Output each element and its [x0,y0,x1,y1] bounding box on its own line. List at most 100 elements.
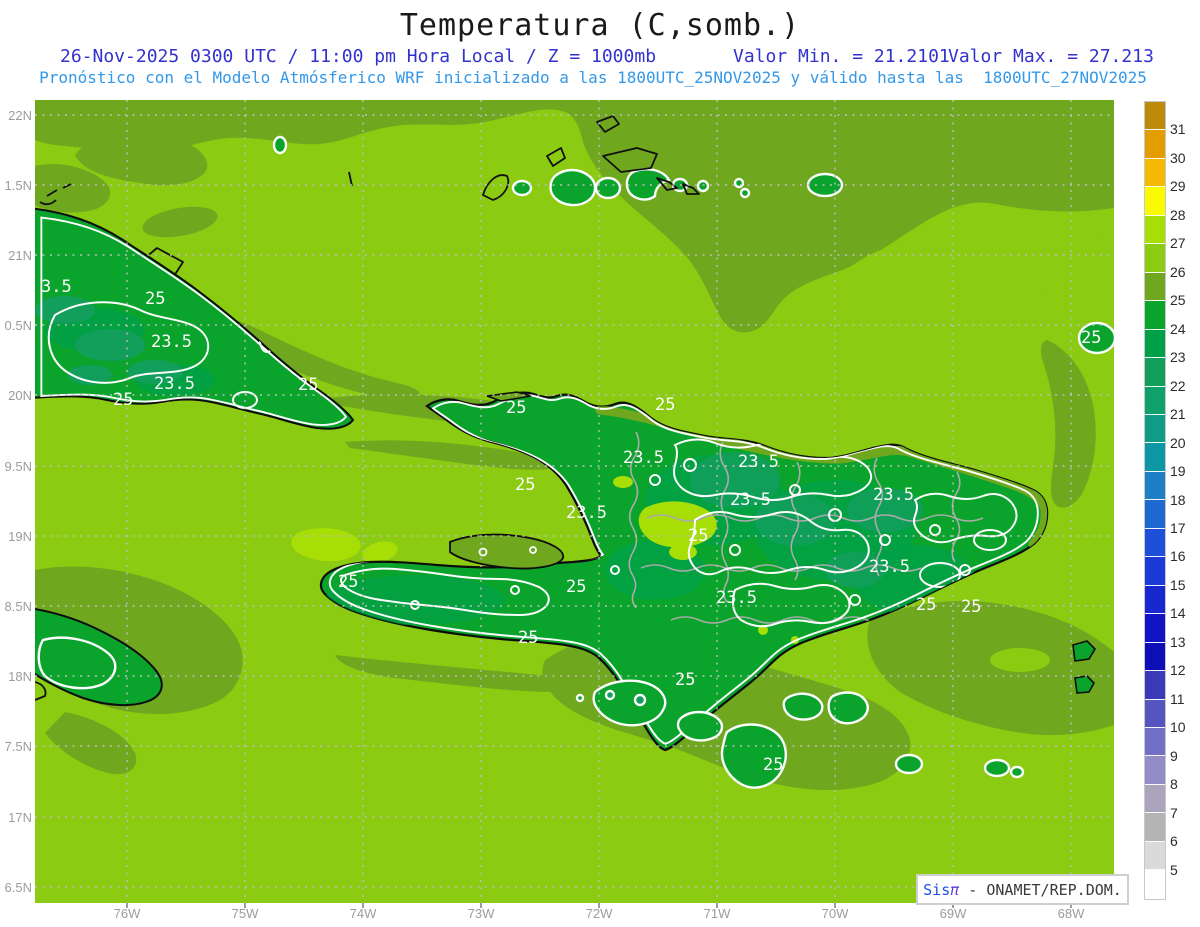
colorbar-label: 15 [1170,576,1186,593]
contour-value-label: 25 [338,572,358,592]
contour-value-label: 23.5 [738,452,779,472]
contour-value-label: 25 [961,597,981,617]
colorbar-swatch [1145,301,1165,330]
contour-value-label: 23.5 [730,490,771,510]
colorbar-swatch [1145,841,1165,871]
colorbar-label: 27 [1170,235,1186,252]
colorbar-swatch [1145,557,1165,586]
contour-value-label: 25 [298,375,318,395]
contour-value-label: 25 [113,390,133,410]
colorbar-label: 22 [1170,377,1186,394]
lat-label: 21N [8,248,32,263]
colorbar-swatch [1145,756,1165,785]
colorbar-label: 30 [1170,149,1186,166]
colorbar-swatch [1145,784,1165,814]
lon-tick [834,903,836,908]
lon-label: 68W [1057,906,1085,921]
contour-value-label: 23.5 [151,332,192,352]
temperature-map: 3.5 25 23.5 23.5 25 25 25 25 23.5 23.5 23.5 23.5 23.… [35,100,1114,903]
colorbar-label: 29 [1170,178,1186,195]
colorbar-swatch [1145,102,1165,131]
contour-value-label: 23.5 [566,503,607,523]
colorbar-label: 5 [1170,861,1178,878]
colorbar-label: 25 [1170,292,1186,309]
colorbar-swatch [1145,614,1165,643]
contour-value-label: 23.5 [716,588,757,608]
colorbar-swatch [1145,187,1165,216]
sea-hole-light2 [990,648,1050,672]
lon-label: 72W [585,906,613,921]
lat-label: 19N [8,529,32,544]
lon-tick [480,903,482,908]
colorbar-label: 12 [1170,662,1186,679]
colorbar-label: 14 [1170,605,1186,622]
contour-value-label: 23.5 [873,485,914,505]
colorbar-label: 24 [1170,320,1186,337]
colorbar-label: 10 [1170,719,1186,736]
colorbar-label: 17 [1170,519,1186,536]
lon-tick [244,903,246,908]
lat-label: 18N [8,669,32,684]
lat-label: 7.5N [4,739,32,754]
contour-value-label: 25 [518,628,538,648]
colorbar-swatch [1145,158,1165,188]
lon-label: 69W [939,906,967,921]
lon-label: 74W [349,906,377,921]
colorbar-swatch [1145,727,1165,757]
lon-tick [126,903,128,908]
lat-label: 20N [8,388,32,403]
watermark-text: - ONAMET/REP.DOM. [959,880,1122,899]
colorbar-label: 16 [1170,548,1186,565]
colorbar-swatch [1145,443,1165,472]
lat-label: 1.5N [4,178,32,193]
subtitle-datetime: 26-Nov-2025 0300 UTC / 11:00 pm Hora Loc… [60,46,657,67]
colorbar-label: 23 [1170,349,1186,366]
colorbar-swatch [1145,244,1165,273]
contour-value-label: 23.5 [869,557,910,577]
colorbar-label: 9 [1170,747,1178,764]
contour-value-label: 23.5 [623,448,664,468]
watermark-pi-icon: π [950,880,960,899]
lat-label: 22N [8,108,32,123]
colorbar-swatch [1145,329,1165,359]
lon-tick [716,903,718,908]
lon-label: 71W [703,906,731,921]
lat-label: 0.5N [4,318,32,333]
subtitle-value-min: Valor Min. = 21.2101 [733,46,950,67]
colorbar-swatch [1145,870,1165,899]
colorbar-label: 31 [1170,121,1186,138]
colorbar-swatch [1145,585,1165,615]
lat-label: 6.5N [4,880,32,895]
watermark-sis: Sis [923,880,951,899]
contour-value-label: 25 [655,395,675,415]
contour-value-label: 25 [515,475,535,495]
contour-value-label: 23.5 [154,374,195,394]
lon-tick [362,903,364,908]
lat-label: 8.5N [4,599,32,614]
colorbar-swatch [1145,386,1165,415]
colorbar-swatch [1145,414,1165,444]
colorbar-label: 13 [1170,633,1186,650]
lon-label: 75W [231,906,259,921]
colorbar-label: 11 [1170,690,1185,707]
contour-value-label: 3.5 [41,277,72,297]
colorbar-swatch [1145,272,1165,302]
lon-label: 73W [467,906,495,921]
colorbar-swatch [1145,215,1165,245]
colorbar-swatch [1145,358,1165,387]
contour-value-label: 25 [506,398,526,418]
onamet-watermark: Sis π - ONAMET/REP.DOM. [916,874,1129,905]
colorbar-swatch [1145,130,1165,159]
lat-label: 9.5N [4,459,32,474]
colorbar-swatch [1145,642,1165,672]
colorbar-swatch [1145,813,1165,842]
colorbar-swatch [1145,500,1165,529]
lon-label: 76W [113,906,141,921]
subtitle-value-max: Valor Max. = 27.213 [948,46,1154,67]
colorbar-label: 19 [1170,463,1186,480]
subtitle-model-info: Pronóstico con el Modelo Atmósferico WRF… [39,68,1147,87]
contour-value-label: 25 [763,755,783,775]
colorbar-label: 18 [1170,491,1186,508]
colorbar-label: 6 [1170,833,1178,850]
contour-value-label: 25 [566,577,586,597]
